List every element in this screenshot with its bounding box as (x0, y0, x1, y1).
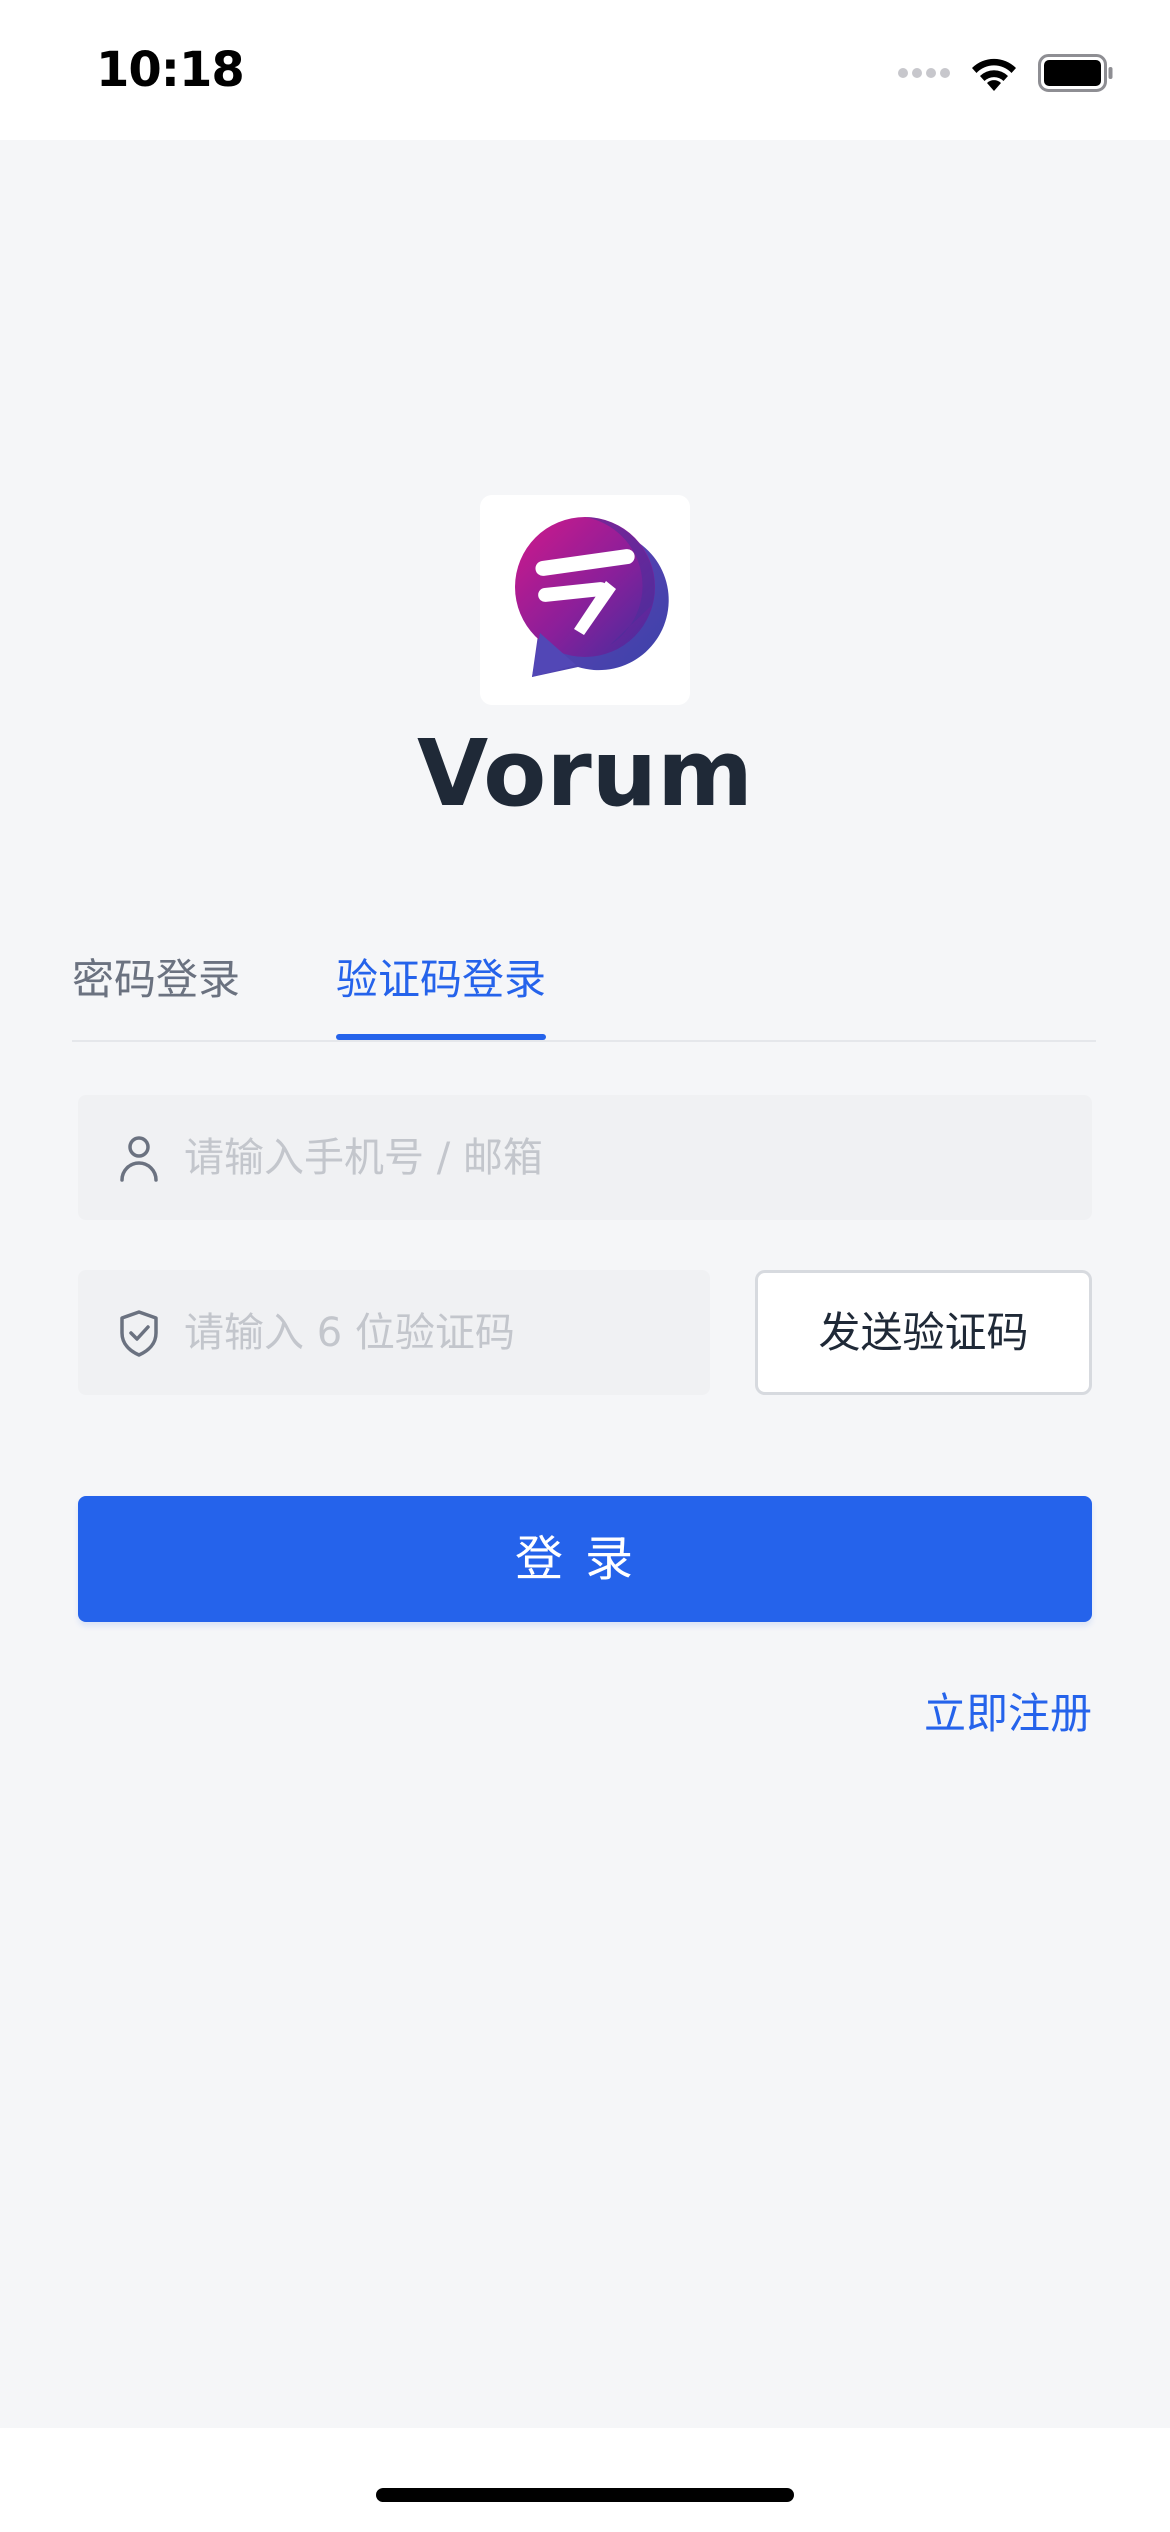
login-button[interactable]: 登录 (78, 1496, 1092, 1622)
code-input[interactable] (184, 1270, 710, 1395)
login-screen: 10:18 Vorum 密码登录 验证码登录 请输入手机号 / 邮箱 请输入 6… (0, 0, 1170, 2532)
code-field[interactable] (78, 1270, 710, 1395)
tab-password-login[interactable]: 密码登录 (72, 935, 240, 1035)
chat-bubble-logo-icon (515, 517, 669, 677)
account-input[interactable] (184, 1095, 1092, 1220)
status-icons (898, 48, 1114, 98)
status-bar: 10:18 (0, 0, 1170, 140)
login-tabs: 密码登录 验证码登录 (72, 935, 1096, 1042)
send-code-button[interactable]: 发送验证码 (755, 1270, 1092, 1395)
shield-check-icon (120, 1309, 158, 1357)
tab-code-login[interactable]: 验证码登录 (336, 935, 546, 1035)
app-logo (480, 495, 690, 705)
account-field[interactable] (78, 1095, 1092, 1220)
active-tab-indicator (336, 1034, 546, 1040)
home-indicator-area (0, 2428, 1170, 2532)
content-area: Vorum 密码登录 验证码登录 发送验证码 登录 立即注册 (0, 140, 1170, 2428)
battery-icon (1038, 54, 1113, 92)
user-icon (120, 1135, 158, 1182)
home-indicator[interactable] (376, 2488, 794, 2502)
app-name: Vorum (416, 720, 754, 827)
status-time: 10:18 (96, 42, 245, 98)
register-link[interactable]: 立即注册 (924, 1680, 1092, 1741)
wifi-icon (972, 58, 1016, 91)
cellular-signal-icon (898, 68, 950, 78)
